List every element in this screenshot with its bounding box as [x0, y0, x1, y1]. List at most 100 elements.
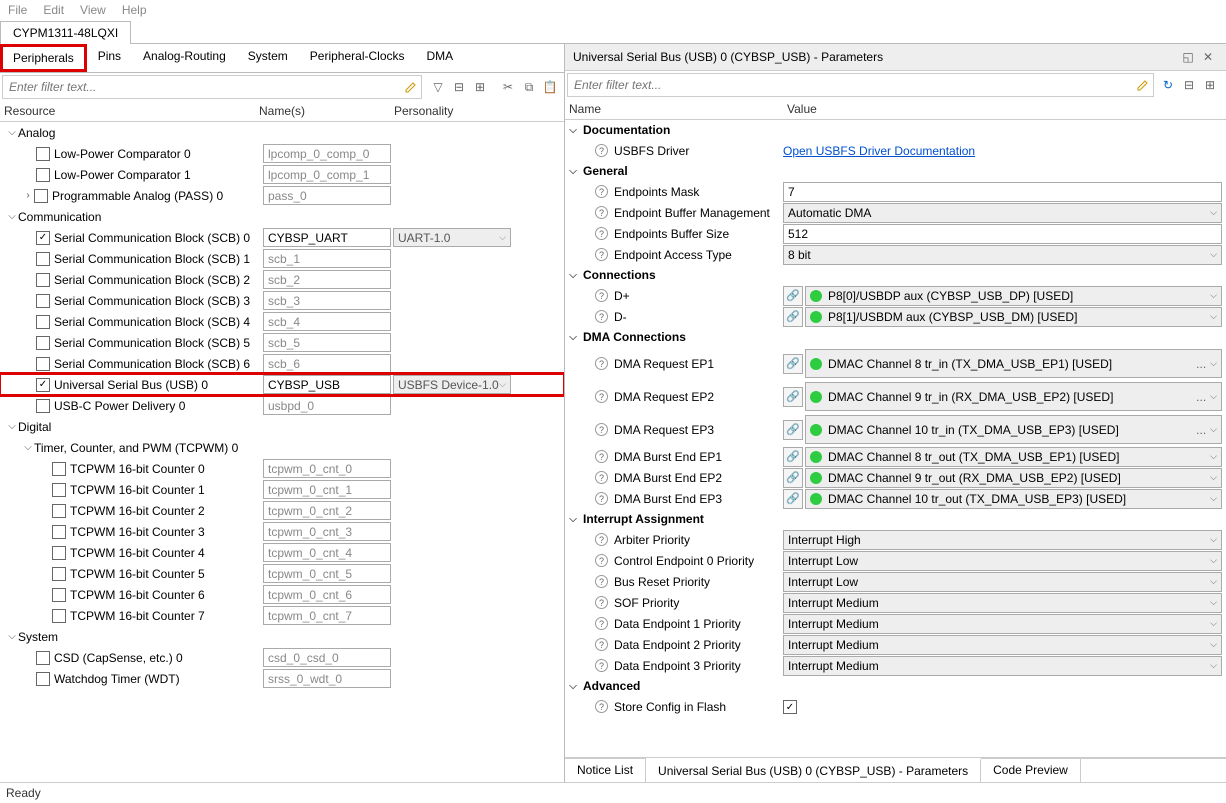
resource-name-input[interactable]: [263, 543, 391, 562]
resource-name-input[interactable]: [263, 333, 391, 352]
resource-name-input[interactable]: [263, 291, 391, 310]
param-select[interactable]: Automatic DMA⌵: [783, 203, 1222, 223]
pencil-icon[interactable]: [402, 78, 420, 96]
help-icon[interactable]: ?: [595, 450, 608, 463]
tree-item[interactable]: Watchdog Timer (WDT): [0, 668, 564, 689]
checkbox[interactable]: [52, 588, 66, 602]
bottom-tab[interactable]: Notice List: [565, 759, 646, 782]
expand-all-icon[interactable]: ⊞: [1201, 76, 1219, 94]
tree-item[interactable]: TCPWM 16-bit Counter 0: [0, 458, 564, 479]
chevron-down-icon[interactable]: ⌵: [6, 127, 18, 138]
resource-name-input[interactable]: [263, 312, 391, 331]
tree-group[interactable]: ⌵ Analog: [0, 122, 564, 143]
help-icon[interactable]: ?: [595, 310, 608, 323]
resource-name-input[interactable]: [263, 249, 391, 268]
param-input[interactable]: [783, 182, 1222, 202]
collapse-all-icon[interactable]: ⊟: [450, 78, 468, 96]
filter-icon[interactable]: ▽: [429, 78, 447, 96]
link-icon[interactable]: 🔗: [783, 489, 803, 509]
checkbox[interactable]: [34, 189, 48, 203]
tab-analogrouting[interactable]: Analog-Routing: [132, 44, 237, 72]
help-icon[interactable]: ?: [595, 390, 608, 403]
col-param-value[interactable]: Value: [787, 102, 1222, 116]
tree-item[interactable]: TCPWM 16-bit Counter 7: [0, 605, 564, 626]
tree-item[interactable]: TCPWM 16-bit Counter 2: [0, 500, 564, 521]
help-icon[interactable]: ?: [595, 492, 608, 505]
param-filter-input[interactable]: [568, 74, 1133, 96]
link-icon[interactable]: 🔗: [783, 447, 803, 467]
help-icon[interactable]: ?: [595, 227, 608, 240]
connection-select[interactable]: P8[0]/USBDP aux (CYBSP_USB_DP) [USED]⌵: [805, 286, 1222, 306]
connection-select[interactable]: DMAC Channel 10 tr_out (TX_DMA_USB_EP3) …: [805, 489, 1222, 509]
tree-item[interactable]: Low-Power Comparator 0: [0, 143, 564, 164]
resource-name-input[interactable]: [263, 606, 391, 625]
checkbox[interactable]: [36, 147, 50, 161]
param-select[interactable]: 8 bit⌵: [783, 245, 1222, 265]
tree-item[interactable]: Universal Serial Bus (USB) 0USBFS Device…: [0, 374, 564, 395]
param-select[interactable]: Interrupt Low⌵: [783, 572, 1222, 592]
help-icon[interactable]: ?: [595, 357, 608, 370]
help-icon[interactable]: ?: [595, 659, 608, 672]
tree-item[interactable]: Serial Communication Block (SCB) 6: [0, 353, 564, 374]
help-icon[interactable]: ?: [595, 596, 608, 609]
checkbox[interactable]: [36, 651, 50, 665]
resource-name-input[interactable]: [263, 459, 391, 478]
tree-item[interactable]: USB-C Power Delivery 0: [0, 395, 564, 416]
tree-item[interactable]: Serial Communication Block (SCB) 3: [0, 290, 564, 311]
tab-peripherals[interactable]: Peripherals: [0, 44, 87, 72]
popout-icon[interactable]: ◱: [1179, 48, 1197, 66]
link-icon[interactable]: 🔗: [783, 420, 803, 440]
tree-item[interactable]: Serial Communication Block (SCB) 5: [0, 332, 564, 353]
checkbox[interactable]: [36, 336, 50, 350]
tree-item[interactable]: Low-Power Comparator 1: [0, 164, 564, 185]
param-group[interactable]: ⌵Advanced: [565, 676, 1226, 696]
param-select[interactable]: Interrupt Medium⌵: [783, 656, 1222, 676]
help-icon[interactable]: ?: [595, 533, 608, 546]
help-icon[interactable]: ?: [595, 638, 608, 651]
resource-name-input[interactable]: [263, 480, 391, 499]
tree-item[interactable]: Serial Communication Block (SCB) 2: [0, 269, 564, 290]
chevron-down-icon[interactable]: ⌵: [6, 211, 18, 222]
checkbox[interactable]: [52, 567, 66, 581]
resource-name-input[interactable]: [263, 564, 391, 583]
col-personality[interactable]: Personality: [394, 104, 560, 118]
checkbox[interactable]: [36, 357, 50, 371]
checkbox[interactable]: [36, 399, 50, 413]
resource-name-input[interactable]: [263, 186, 391, 205]
tree-item[interactable]: CSD (CapSense, etc.) 0: [0, 647, 564, 668]
tree-group[interactable]: ⌵ Timer, Counter, and PWM (TCPWM) 0: [0, 437, 564, 458]
param-group[interactable]: ⌵General: [565, 161, 1226, 181]
checkbox[interactable]: [36, 672, 50, 686]
resource-name-input[interactable]: [263, 522, 391, 541]
tree-group[interactable]: ⌵ Communication: [0, 206, 564, 227]
menu-file[interactable]: File: [8, 3, 27, 17]
menu-edit[interactable]: Edit: [43, 3, 64, 17]
param-group[interactable]: ⌵DMA Connections: [565, 327, 1226, 347]
paste-icon[interactable]: 📋: [541, 78, 559, 96]
tree-item[interactable]: TCPWM 16-bit Counter 1: [0, 479, 564, 500]
link-icon[interactable]: 🔗: [783, 307, 803, 327]
bottom-tab[interactable]: Universal Serial Bus (USB) 0 (CYBSP_USB)…: [646, 758, 981, 782]
resource-name-input[interactable]: [263, 585, 391, 604]
tree-group[interactable]: ⌵ Digital: [0, 416, 564, 437]
checkbox[interactable]: [36, 315, 50, 329]
help-icon[interactable]: ?: [595, 206, 608, 219]
menu-help[interactable]: Help: [122, 3, 147, 17]
resource-name-input[interactable]: [263, 144, 391, 163]
menu-view[interactable]: View: [80, 3, 106, 17]
checkbox[interactable]: [52, 504, 66, 518]
close-icon[interactable]: ✕: [1199, 48, 1217, 66]
checkbox[interactable]: [36, 168, 50, 182]
connection-select[interactable]: DMAC Channel 10 tr_in (TX_DMA_USB_EP3) […: [805, 415, 1222, 444]
resource-name-input[interactable]: [263, 648, 391, 667]
checkbox[interactable]: [36, 378, 50, 392]
tree-item[interactable]: TCPWM 16-bit Counter 5: [0, 563, 564, 584]
col-resource[interactable]: Resource: [4, 104, 259, 118]
col-names[interactable]: Name(s): [259, 104, 394, 118]
col-param-name[interactable]: Name: [569, 102, 787, 116]
chevron-down-icon[interactable]: ⌵: [6, 631, 18, 642]
help-icon[interactable]: ?: [595, 248, 608, 261]
tree-item[interactable]: TCPWM 16-bit Counter 6: [0, 584, 564, 605]
tree-group[interactable]: ⌵ System: [0, 626, 564, 647]
help-icon[interactable]: ?: [595, 617, 608, 630]
